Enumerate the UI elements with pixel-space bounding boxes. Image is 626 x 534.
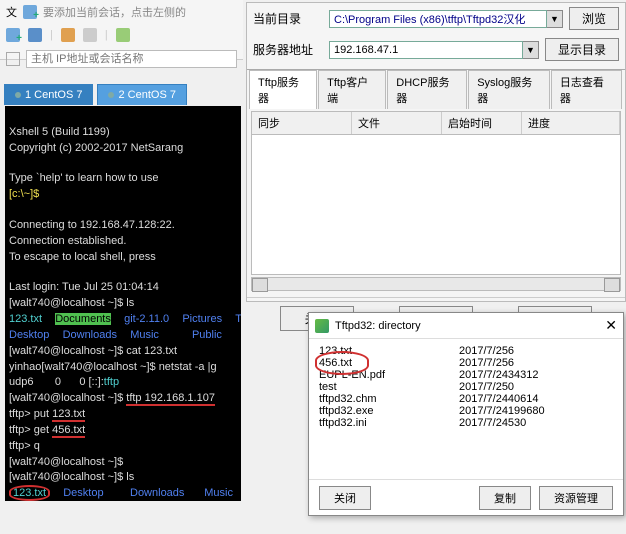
host-input[interactable] — [26, 50, 237, 68]
char-icon: 文 — [6, 4, 17, 20]
dialog-titlebar[interactable]: Tftpd32: directory ✕ — [309, 313, 623, 339]
tab-syslog-server[interactable]: Syslog服务器 — [468, 70, 550, 109]
tab-tftp-client[interactable]: Tftp客户端 — [318, 70, 386, 109]
list-item[interactable]: 123.txt2017/7/256 — [319, 345, 613, 357]
copy-button[interactable]: 复制 — [479, 486, 531, 510]
tab-centos7-2[interactable]: 2 CentOS 7 — [97, 84, 186, 105]
browse-button[interactable]: 浏览 — [569, 7, 619, 30]
tool-icon-3[interactable] — [116, 28, 130, 42]
show-dir-button[interactable]: 显示目录 — [545, 38, 619, 61]
list-item[interactable]: 456.txt2017/7/256 — [319, 357, 613, 369]
add-session-icon[interactable] — [23, 5, 37, 19]
list-item[interactable]: tftpd32.ini2017/7/24530 — [319, 417, 613, 429]
terminal-output[interactable]: Xshell 5 (Build 1199) Copyright (c) 2002… — [5, 106, 241, 501]
explorer-button[interactable]: 资源管理 — [539, 486, 613, 510]
app-toolbar: 文 要添加当前会话，点击左侧的 | | — [0, 0, 243, 60]
tab-tftp-server[interactable]: Tftp服务器 — [249, 70, 317, 109]
dropdown-icon[interactable]: ▼ — [523, 41, 539, 59]
h-scrollbar[interactable] — [251, 277, 621, 291]
col-file[interactable]: 文件 — [352, 112, 442, 134]
dir-label: 当前目录 — [253, 10, 323, 27]
table-header: 同步 文件 启始时间 进度 — [251, 111, 621, 135]
tool-icon-2[interactable] — [83, 28, 97, 42]
addr-label: 服务器地址 — [253, 41, 323, 58]
col-start[interactable]: 启始时间 — [442, 112, 522, 134]
tab-log-viewer[interactable]: 日志查看器 — [551, 70, 622, 109]
list-item[interactable]: tftpd32.chm2017/7/2440614 — [319, 393, 613, 405]
status-dot-icon — [108, 92, 114, 98]
file-list[interactable]: 123.txt2017/7/256456.txt2017/7/256EUPL-E… — [309, 339, 623, 479]
tab-centos7-1[interactable]: 1 CentOS 7 — [4, 84, 93, 105]
list-item[interactable]: EUPL-EN.pdf2017/7/2434312 — [319, 369, 613, 381]
col-sync[interactable]: 同步 — [252, 112, 352, 134]
directory-dialog: Tftpd32: directory ✕ 123.txt2017/7/25645… — [308, 312, 624, 516]
list-item[interactable]: test2017/7/250 — [319, 381, 613, 393]
addr-input[interactable] — [329, 41, 523, 59]
app-icon — [315, 319, 329, 333]
dir-input[interactable] — [329, 10, 547, 28]
tftpd32-panel: 当前目录 ▼ 浏览 服务器地址 ▼ 显示目录 Tftp服务器 Tftp客户端 D… — [246, 2, 626, 302]
close-icon[interactable]: ✕ — [605, 317, 617, 334]
table-body — [251, 135, 621, 275]
session-tabs: 1 CentOS 7 2 CentOS 7 — [4, 84, 187, 105]
tab-dhcp-server[interactable]: DHCP服务器 — [387, 70, 467, 109]
dropdown-icon[interactable]: ▼ — [547, 10, 563, 28]
col-progress[interactable]: 进度 — [522, 112, 620, 134]
new-icon[interactable] — [6, 28, 20, 42]
dialog-title: Tftpd32: directory — [335, 320, 421, 332]
pencil-icon[interactable] — [61, 28, 75, 42]
tool-icon-1[interactable] — [28, 28, 42, 42]
close-button[interactable]: 关闭 — [319, 486, 371, 510]
hint-text: 要添加当前会话，点击左侧的 — [43, 4, 186, 20]
screen-icon[interactable] — [6, 52, 20, 66]
list-item[interactable]: tftpd32.exe2017/7/24199680 — [319, 405, 613, 417]
server-tabs: Tftp服务器 Tftp客户端 DHCP服务器 Syslog服务器 日志查看器 — [247, 69, 625, 109]
status-dot-icon — [15, 92, 21, 98]
